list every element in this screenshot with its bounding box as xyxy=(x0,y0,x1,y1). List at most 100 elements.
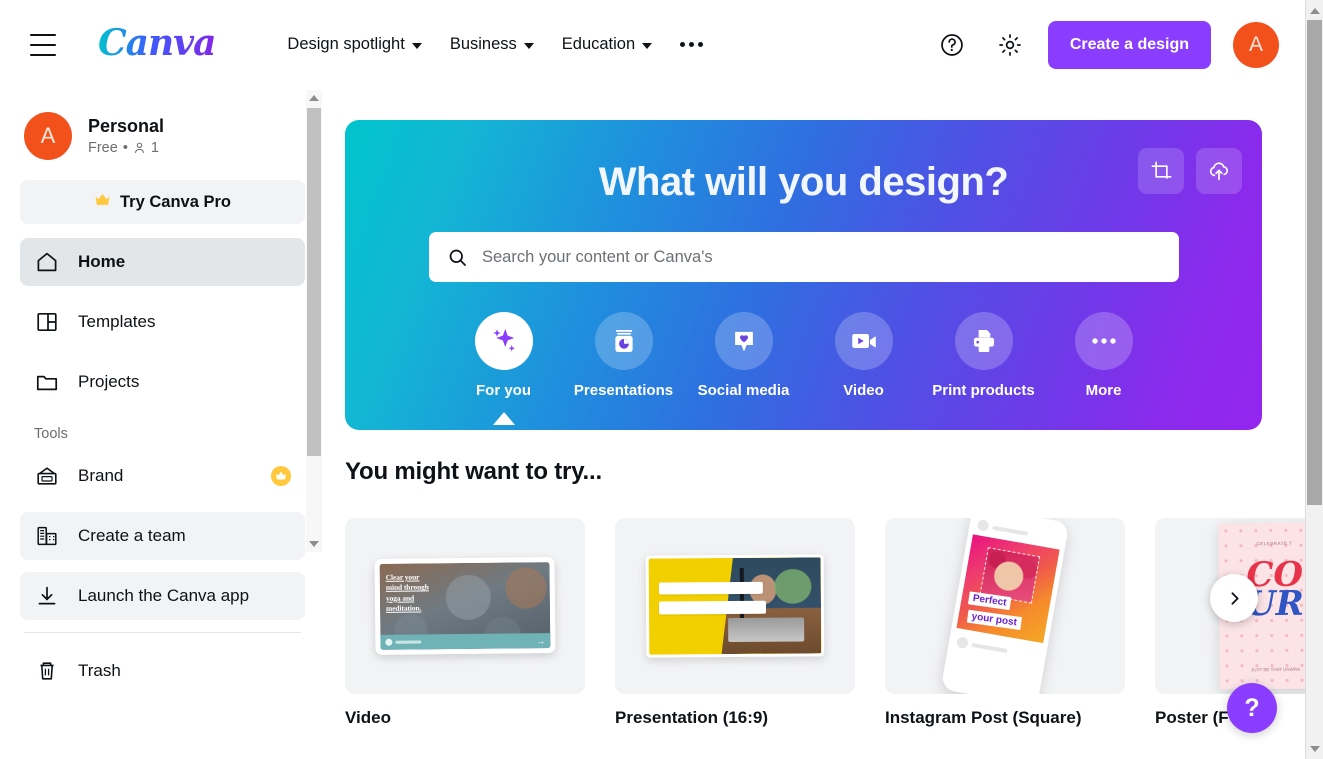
sidebar-divider xyxy=(24,632,301,633)
crop-icon[interactable] xyxy=(1138,148,1184,194)
sidebar-label: Trash xyxy=(78,661,121,680)
sidebar-item-home[interactable]: Home xyxy=(20,238,305,286)
sidebar-item-projects[interactable]: Projects xyxy=(20,358,305,406)
canva-homepage: Canva Design spotlight Business Educatio… xyxy=(0,0,1323,759)
category-label: For you xyxy=(476,382,531,399)
search-input[interactable] xyxy=(482,247,1161,267)
hero-title: What will you design? xyxy=(598,160,1009,204)
account-avatar: A xyxy=(24,112,72,160)
nav-label: Business xyxy=(449,35,517,53)
header-actions: Create a design A xyxy=(932,20,1279,69)
sidebar-label: Launch the Canva app xyxy=(78,586,250,605)
category-label: Social media xyxy=(697,382,790,399)
nav-item-education[interactable]: Education xyxy=(548,26,666,63)
ellipsis-icon xyxy=(1074,312,1133,370)
category-label: Presentations xyxy=(573,382,674,399)
sidebar-label: Brand xyxy=(78,466,124,485)
suggestion-card-video[interactable]: Clear your mind through yoga and meditation… xyxy=(345,518,585,728)
chevron-down-icon xyxy=(523,42,534,49)
card-thumbnail xyxy=(615,518,855,694)
account-switcher[interactable]: A Personal Free • 1 xyxy=(20,90,305,176)
hero-category-row: For you Presentations Social media Video… xyxy=(345,312,1262,425)
chevron-down-icon xyxy=(642,42,653,49)
avatar[interactable]: A xyxy=(1233,21,1279,68)
suggestion-card-instagram-post[interactable]: Perfect your post Instagram Post (Square… xyxy=(885,518,1125,728)
carousel-next-button[interactable] xyxy=(1210,574,1258,622)
sidebar-item-create-a-team[interactable]: Create a team xyxy=(20,512,305,560)
scroll-up-arrow[interactable] xyxy=(306,90,322,106)
member-count: 1 xyxy=(150,140,159,156)
sidebar-label: Projects xyxy=(78,372,140,391)
trash-icon xyxy=(34,658,60,684)
sidebar-label: Create a team xyxy=(78,526,186,545)
category-for-you[interactable]: For you xyxy=(444,312,564,425)
nav-item-design-spotlight[interactable]: Design spotlight xyxy=(273,26,435,63)
page-scrollbar[interactable] xyxy=(1305,0,1323,759)
pro-label: Try Canva Pro xyxy=(120,192,231,211)
download-icon xyxy=(34,583,60,609)
account-meta: Free • 1 xyxy=(88,138,164,158)
category-presentations[interactable]: Presentations xyxy=(564,312,684,399)
person-icon xyxy=(133,141,146,155)
folder-icon xyxy=(34,369,60,395)
page-scroll-down-arrow[interactable] xyxy=(1306,740,1323,757)
instagram-template-preview: Perfect your post xyxy=(940,518,1070,694)
sidebar-label: Home xyxy=(78,252,126,271)
category-video[interactable]: Video xyxy=(804,312,924,399)
sidebar: A Personal Free • 1 Try Canva Pro Home T… xyxy=(0,90,325,759)
try-canva-pro-button[interactable]: Try Canva Pro xyxy=(20,180,305,224)
nav-item-business[interactable]: Business xyxy=(436,26,548,63)
sidebar-label: Templates xyxy=(78,312,156,331)
hamburger-icon[interactable] xyxy=(30,33,56,56)
scroll-down-arrow[interactable] xyxy=(306,536,322,552)
sparkles-icon xyxy=(474,312,533,370)
thumbnail-bottom-text: JUST BE THAT UNWRA xyxy=(1250,666,1301,673)
category-print-products[interactable]: Print products xyxy=(924,312,1044,399)
presentation-template-preview xyxy=(645,554,825,658)
brand-kit-icon xyxy=(34,463,60,489)
nav-more-icon[interactable] xyxy=(666,30,717,59)
main-content: What will you design? Search your conten… xyxy=(325,90,1305,759)
sidebar-scrollbar[interactable] xyxy=(306,90,322,552)
cloud-upload-icon[interactable] xyxy=(1196,148,1242,194)
suggestion-card-presentation[interactable]: Presentation (16:9) xyxy=(615,518,855,728)
category-label: Video xyxy=(843,382,884,399)
category-label: More xyxy=(1085,382,1122,399)
home-icon xyxy=(34,249,60,275)
printer-icon xyxy=(954,312,1013,370)
card-label: Presentation (16:9) xyxy=(615,708,769,727)
crown-icon xyxy=(271,466,291,486)
team-building-icon xyxy=(34,523,60,549)
nav-label: Design spotlight xyxy=(287,35,405,53)
account-name: Personal xyxy=(88,115,165,136)
help-fab-button[interactable]: ? xyxy=(1227,683,1277,733)
sidebar-item-launch-canva-app[interactable]: Launch the Canva app xyxy=(20,572,305,620)
suggestions-carousel: Clear your mind through yoga and meditation… xyxy=(345,518,1305,728)
crown-icon xyxy=(94,193,111,212)
page-scrollbar-thumb[interactable] xyxy=(1307,20,1322,505)
category-social-media[interactable]: Social media xyxy=(684,312,804,399)
nav-label: Education xyxy=(561,35,636,53)
top-header: Canva Design spotlight Business Educatio… xyxy=(0,0,1305,90)
page-scroll-up-arrow[interactable] xyxy=(1306,2,1323,19)
thumbnail-text-line2: your post xyxy=(966,609,1022,630)
help-button[interactable] xyxy=(932,25,972,65)
gear-icon[interactable] xyxy=(990,25,1030,65)
scrollbar-thumb[interactable] xyxy=(307,108,321,456)
sidebar-item-trash[interactable]: Trash xyxy=(20,647,305,695)
hero-quick-actions xyxy=(1138,148,1242,194)
category-more[interactable]: More xyxy=(1044,312,1164,399)
create-a-design-button[interactable]: Create a design xyxy=(1047,20,1211,69)
canva-logo[interactable]: Canva xyxy=(98,25,216,65)
active-category-pointer xyxy=(492,412,515,425)
main-nav: Design spotlight Business Education xyxy=(273,26,717,63)
sidebar-item-templates[interactable]: Templates xyxy=(20,298,305,346)
search-icon xyxy=(447,247,468,268)
hero-search-box[interactable] xyxy=(429,232,1179,282)
account-plan: Free xyxy=(88,140,118,156)
templates-icon xyxy=(34,309,60,335)
sidebar-section-tools: Tools xyxy=(34,426,68,442)
video-camera-icon xyxy=(834,312,893,370)
category-label: Print products xyxy=(932,382,1035,399)
sidebar-item-brand[interactable]: Brand xyxy=(20,452,305,500)
